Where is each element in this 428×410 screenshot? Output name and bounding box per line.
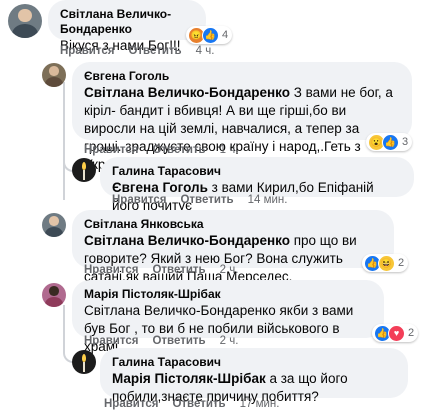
- comment-bubble: Галина Тарасович Євгена Гоголь з вами Ки…: [100, 157, 414, 213]
- comment-actions: Нравится Ответить 1 ч.: [84, 144, 252, 156]
- like-button[interactable]: Нравится: [84, 335, 138, 347]
- comment-author[interactable]: Євгена Гоголь: [84, 69, 400, 84]
- mention-link[interactable]: Марія Пістоляк-Шрібак: [112, 371, 266, 386]
- reply-button[interactable]: Ответить: [128, 45, 181, 57]
- timestamp[interactable]: 1 ч.: [220, 144, 239, 156]
- reaction-count: 2: [408, 327, 415, 339]
- avatar[interactable]: [42, 283, 66, 307]
- timestamp[interactable]: 2 ч.: [220, 264, 239, 276]
- comment-author[interactable]: Світлана Янковська: [84, 217, 382, 232]
- comment-actions: Нравится Ответить 14 мин.: [112, 194, 301, 206]
- comment-author[interactable]: Марія Пістоляк-Шрібак: [84, 287, 372, 302]
- thread-line: [63, 305, 65, 345]
- like-button[interactable]: Нравится: [104, 398, 158, 410]
- avatar[interactable]: [72, 350, 96, 374]
- thumbs-up-icon: 👍: [202, 26, 219, 44]
- comment-text: Світлана Величко-Бондаренко про що ви го…: [84, 233, 357, 284]
- thread-line: [63, 82, 65, 200]
- heart-icon: ♥: [388, 324, 405, 342]
- avatar[interactable]: [42, 213, 66, 237]
- comment-bubble: Марія Пістоляк-Шрібак Світлана Величко-Б…: [72, 280, 384, 354]
- reply-button[interactable]: Ответить: [152, 335, 205, 347]
- reply-button[interactable]: Ответить: [172, 398, 225, 410]
- comment-bubble: Галина Тарасович Марія Пістоляк-Шрібак а…: [100, 348, 408, 404]
- reaction-summary[interactable]: 👍 ♥ 2: [372, 324, 419, 342]
- mention-link[interactable]: Світлана Величко-Бондаренко: [84, 85, 290, 100]
- reaction-summary[interactable]: 😮 👍 3: [366, 133, 413, 151]
- reaction-summary[interactable]: 👍 😆 2: [362, 254, 409, 272]
- reaction-count: 2: [398, 257, 405, 269]
- like-button[interactable]: Нравится: [84, 264, 138, 276]
- comment-bubble: Світлана Величко-Бондаренко Вікуся з нам…: [48, 0, 206, 53]
- timestamp[interactable]: 4 ч.: [196, 45, 215, 57]
- reply-button[interactable]: Ответить: [152, 264, 205, 276]
- comment-author[interactable]: Галина Тарасович: [112, 355, 396, 370]
- comment-bubble: Євгена Гоголь Світлана Величко-Бондаренк…: [72, 62, 412, 172]
- reaction-summary[interactable]: 😠 👍 4: [186, 26, 233, 44]
- like-button[interactable]: Нравится: [84, 144, 138, 156]
- comment-actions: Нравится Ответить 2 ч.: [84, 335, 252, 347]
- mention-link[interactable]: Євгена Гоголь: [112, 180, 208, 195]
- comment-author[interactable]: Світлана Величко-Бондаренко: [60, 7, 194, 37]
- mention-link[interactable]: Світлана Величко-Бондаренко: [84, 233, 290, 248]
- reply-button[interactable]: Ответить: [180, 194, 233, 206]
- thumbs-up-icon: 👍: [382, 133, 399, 151]
- reply-button[interactable]: Ответить: [152, 144, 205, 156]
- avatar[interactable]: [42, 63, 66, 87]
- avatar[interactable]: [72, 158, 96, 182]
- like-button[interactable]: Нравится: [60, 45, 114, 57]
- comment-bubble: Світлана Янковська Світлана Величко-Бонд…: [72, 210, 394, 284]
- timestamp[interactable]: 14 мин.: [248, 194, 288, 206]
- comment-actions: Нравится Ответить 4 ч.: [60, 45, 228, 57]
- reaction-count: 4: [222, 29, 229, 41]
- like-button[interactable]: Нравится: [112, 194, 166, 206]
- comment-actions: Нравится Ответить 2 ч.: [84, 264, 252, 276]
- reaction-count: 3: [402, 136, 409, 148]
- comment-author[interactable]: Галина Тарасович: [112, 164, 402, 179]
- avatar[interactable]: [8, 4, 42, 38]
- timestamp[interactable]: 17 мин.: [240, 398, 280, 410]
- timestamp[interactable]: 2 ч.: [220, 335, 239, 347]
- comment-actions: Нравится Ответить 17 мин.: [104, 398, 293, 410]
- laughing-face-icon: 😆: [378, 254, 395, 272]
